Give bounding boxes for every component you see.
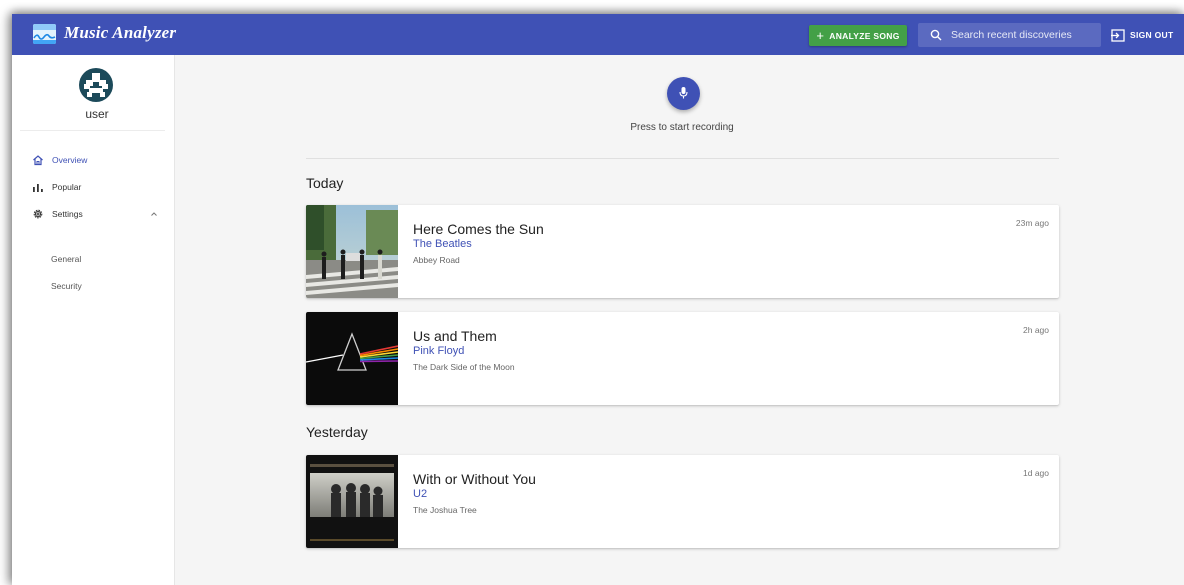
sign-out-button[interactable]: SIGN OUT bbox=[1111, 26, 1174, 44]
song-album: The Dark Side of the Moon bbox=[413, 362, 515, 372]
avatar[interactable] bbox=[79, 68, 113, 102]
sidebar-divider bbox=[20, 130, 165, 131]
gear-icon bbox=[33, 209, 43, 219]
home-icon bbox=[33, 155, 43, 166]
song-album: The Joshua Tree bbox=[413, 505, 477, 515]
app-bar: Music Analyzer + ANALYZE SONG SIGN OUT bbox=[12, 14, 1184, 55]
analyze-song-label: ANALYZE SONG bbox=[829, 30, 900, 41]
song-timestamp: 23m ago bbox=[1015, 218, 1049, 228]
search-input[interactable] bbox=[951, 23, 1096, 47]
app-title: Music Analyzer bbox=[64, 23, 177, 42]
song-timestamp: 1d ago bbox=[1023, 468, 1049, 478]
section-title-yesterday: Yesterday bbox=[306, 424, 368, 440]
song-card[interactable]: Us and Them Pink Floyd The Dark Side of … bbox=[306, 312, 1059, 405]
sidebar-item-label: Settings bbox=[52, 209, 83, 219]
app-window: Music Analyzer + ANALYZE SONG SIGN OUT bbox=[12, 14, 1184, 585]
record-button[interactable] bbox=[667, 77, 700, 110]
sidebar-item-security[interactable]: Security bbox=[51, 281, 82, 291]
album-cover-joshua-tree bbox=[306, 455, 398, 548]
sidebar-item-general[interactable]: General bbox=[51, 254, 81, 264]
username: user bbox=[85, 107, 109, 121]
song-title: Us and Them bbox=[413, 328, 497, 344]
album-cover-abbey-road bbox=[306, 205, 398, 298]
section-title-today: Today bbox=[306, 175, 344, 191]
album-cover-dark-side-of-the-moon bbox=[306, 312, 398, 405]
main-divider bbox=[306, 158, 1059, 159]
sign-out-label: SIGN OUT bbox=[1130, 30, 1174, 40]
sidebar-item-settings[interactable]: Settings bbox=[32, 206, 83, 222]
chevron-up-icon[interactable] bbox=[150, 210, 158, 218]
song-title: With or Without You bbox=[413, 471, 536, 487]
plus-icon: + bbox=[816, 27, 825, 43]
sidebar-item-popular[interactable]: Popular bbox=[32, 179, 81, 195]
sign-out-icon bbox=[1111, 28, 1125, 42]
search-box bbox=[918, 23, 1101, 47]
sidebar-item-overview[interactable]: Overview bbox=[32, 152, 87, 168]
song-title: Here Comes the Sun bbox=[413, 221, 544, 237]
song-album: Abbey Road bbox=[413, 255, 460, 265]
song-card[interactable]: With or Without You U2 The Joshua Tree 1… bbox=[306, 455, 1059, 548]
song-artist: U2 bbox=[413, 488, 428, 500]
sidebar-item-label: Popular bbox=[52, 182, 82, 192]
song-timestamp: 2h ago bbox=[1023, 325, 1049, 335]
song-artist: The Beatles bbox=[413, 238, 472, 250]
record-hint: Press to start recording bbox=[630, 122, 734, 133]
song-artist: Pink Floyd bbox=[413, 345, 465, 357]
microphone-icon bbox=[679, 87, 688, 99]
song-card[interactable]: Here Comes the Sun The Beatles Abbey Roa… bbox=[306, 205, 1059, 298]
search-icon bbox=[930, 29, 942, 41]
app-logo-icon bbox=[33, 24, 56, 44]
sidebar: user Overview Popular Settings General S… bbox=[12, 55, 175, 585]
sidebar-item-label: Overview bbox=[52, 155, 88, 165]
analyze-song-button[interactable]: + ANALYZE SONG bbox=[809, 25, 907, 46]
bar-chart-icon bbox=[33, 184, 43, 192]
